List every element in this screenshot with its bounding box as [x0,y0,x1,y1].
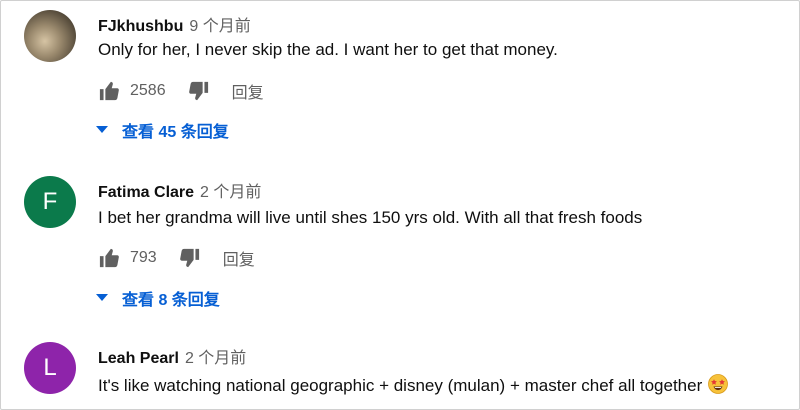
comment-text-content: It's like watching national geographic +… [98,376,703,395]
thumbs-up-icon[interactable] [98,81,120,101]
view-replies-button[interactable]: 查看 8 条回复 [96,286,220,310]
comment-header: Leah Pearl 2 个月前 [98,344,246,368]
author-name[interactable]: Leah Pearl [98,350,179,367]
comment-time[interactable]: 2 个月前 [200,184,261,201]
thumbs-down-icon[interactable] [188,81,210,101]
avatar-initial: L [43,354,57,381]
star-struck-emoji-icon [708,374,729,399]
like-count: 793 [130,249,157,266]
comment-time[interactable]: 2 个月前 [185,350,246,367]
chevron-down-icon [96,294,108,302]
avatar[interactable] [24,10,76,62]
comment-text: I bet her grandma will live until shes 1… [98,208,643,227]
comment-actions: 793 回复 [98,245,255,271]
comment-time[interactable]: 9 个月前 [189,18,250,35]
avatar[interactable]: F [24,176,76,228]
thumbs-down-icon[interactable] [179,248,201,268]
reply-button[interactable]: 回复 [223,246,255,270]
comment-actions: 2586 回复 [98,78,264,104]
view-replies-button[interactable]: 查看 45 条回复 [96,118,229,142]
author-name[interactable]: Fatima Clare [98,184,194,201]
comment-header: FJkhushbu 9 个月前 [98,12,251,36]
thumbs-up-icon[interactable] [98,248,120,268]
view-replies-label: 查看 45 条回复 [122,124,229,141]
comment-text: It's like watching national geographic +… [98,374,729,399]
avatar[interactable]: L [24,342,76,394]
chevron-down-icon [96,126,108,134]
like-count: 2586 [130,82,166,99]
avatar-initial: F [42,188,58,215]
view-replies-label: 查看 8 条回复 [122,292,220,309]
author-name[interactable]: FJkhushbu [98,18,183,35]
comment-text: Only for her, I never skip the ad. I wan… [98,40,558,59]
reply-button[interactable]: 回复 [232,79,264,103]
comment-header: Fatima Clare 2 个月前 [98,178,261,202]
